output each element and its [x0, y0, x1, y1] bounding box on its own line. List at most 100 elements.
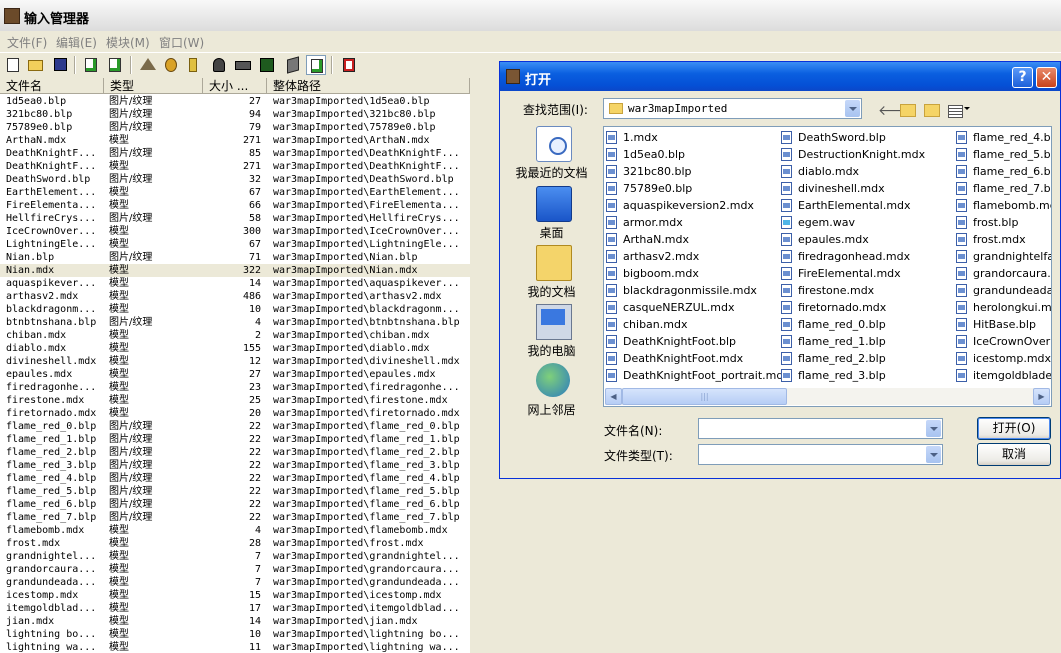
upgrade-icon[interactable] — [257, 55, 277, 75]
file-item[interactable]: diablo.mdx — [779, 163, 951, 180]
table-row[interactable]: 75789e0.blp 图片/纹理 79 war3mapImported\75789e… — [0, 121, 470, 134]
file-item[interactable]: divineshell.mdx — [779, 180, 951, 197]
place-my-computer[interactable]: 我的电脑 — [508, 304, 595, 360]
table-row[interactable]: DeathKnightF... 图片/纹理 85 war3mapImported\De… — [0, 147, 470, 160]
file-item[interactable]: DestructionKnight.mdx — [779, 146, 951, 163]
table-row[interactable]: blackdragonm... 模型 10 war3mapImported\black… — [0, 303, 470, 316]
table-row[interactable]: diablo.mdx 模型 155 war3mapImported\diablo.md… — [0, 342, 470, 355]
table-row[interactable]: chiban.mdx 模型 2 war3mapImported\chiban.mdx — [0, 329, 470, 342]
table-row[interactable]: frost.mdx 模型 28 war3mapImported\frost.mdx — [0, 537, 470, 550]
scroll-thumb[interactable]: ||| — [622, 388, 787, 405]
file-item[interactable]: bigboom.mdx — [604, 265, 776, 282]
table-row[interactable]: divineshell.mdx 模型 12 war3mapImported\divin… — [0, 355, 470, 368]
ability-icon[interactable] — [209, 55, 229, 75]
help-button[interactable]: ? — [1012, 67, 1033, 88]
table-row[interactable]: FireElementa... 模型 66 war3mapImported\FireE… — [0, 199, 470, 212]
file-item[interactable]: flame_red_5.blp — [954, 146, 1051, 163]
file-item[interactable]: casqueNERZUL.mdx — [604, 299, 776, 316]
file-item[interactable]: 1.mdx — [604, 129, 776, 146]
file-item[interactable]: flame_red_2.blp — [779, 350, 951, 367]
file-item[interactable]: grandnightelfaur — [954, 248, 1051, 265]
file-item[interactable]: frost.blp — [954, 214, 1051, 231]
up-folder-icon[interactable] — [900, 104, 916, 117]
file-item[interactable]: ArthaN.mdx — [604, 231, 776, 248]
file-item[interactable]: DeathKnightFoot_portrait.mdx — [604, 367, 790, 384]
file-item[interactable]: chiban.mdx — [604, 316, 776, 333]
new-folder-icon[interactable] — [924, 104, 940, 117]
file-item[interactable]: epaules.mdx — [779, 231, 951, 248]
new-file-icon[interactable] — [3, 55, 23, 75]
open-folder-icon[interactable] — [26, 55, 46, 75]
table-row[interactable]: icestomp.mdx 模型 15 war3mapImported\icestomp… — [0, 589, 470, 602]
file-item[interactable]: icestomp.mdx — [954, 350, 1051, 367]
place-my-documents[interactable]: 我的文档 — [508, 245, 595, 301]
table-row[interactable]: 321bc80.blp 图片/纹理 94 war3mapImported\321bc8… — [0, 108, 470, 121]
open-button[interactable]: 打开(O) — [977, 417, 1051, 440]
cancel-button[interactable]: 取消 — [977, 443, 1051, 466]
table-row[interactable]: IceCrownOver... 模型 300 war3mapImported\IceC… — [0, 225, 470, 238]
model-icon[interactable] — [306, 55, 326, 75]
file-item[interactable]: FireElemental.mdx — [779, 265, 951, 282]
column-path[interactable]: 整体路径 — [267, 78, 470, 94]
table-row[interactable]: flame_red_4.blp 图片/纹理 22 war3mapImported\fl… — [0, 472, 470, 485]
file-item[interactable]: HitBase.blp — [954, 316, 1051, 333]
place-recent[interactable]: 我最近的文档 — [508, 126, 595, 182]
table-row[interactable]: arthasv2.mdx 模型 486 war3mapImported\arthasv… — [0, 290, 470, 303]
menu-module[interactable]: 模块(M) — [106, 34, 150, 51]
lookin-dropdown[interactable]: war3mapImported — [603, 98, 862, 119]
dropdown-arrow-icon[interactable] — [926, 446, 941, 463]
save-icon[interactable] — [50, 55, 70, 75]
file-item[interactable]: 321bc80.blp — [604, 163, 776, 180]
table-row[interactable]: firedragonhe... 模型 23 war3mapImported\fired… — [0, 381, 470, 394]
file-browser-list[interactable]: 1.mdx 1d5ea0.blp 321bc80.blp 75789e0.blp aqu… — [603, 126, 1052, 407]
file-item[interactable]: 75789e0.blp — [604, 180, 776, 197]
file-item[interactable]: 1d5ea0.blp — [604, 146, 776, 163]
scroll-right-icon[interactable]: ▶ — [1033, 388, 1050, 405]
file-item[interactable]: armor.mdx — [604, 214, 776, 231]
column-type[interactable]: 类型 — [104, 78, 203, 94]
table-row[interactable]: Nian.blp 图片/纹理 71 war3mapImported\Nian.blp — [0, 251, 470, 264]
table-row[interactable]: firetornado.mdx 模型 20 war3mapImported\firet… — [0, 407, 470, 420]
file-item[interactable]: grandundeadaur — [954, 282, 1051, 299]
table-row[interactable]: flame_red_3.blp 图片/纹理 22 war3mapImported\fl… — [0, 459, 470, 472]
view-menu-icon[interactable] — [948, 105, 963, 118]
place-network[interactable]: 网上邻居 — [508, 363, 595, 419]
file-item[interactable]: aquaspikeversion2.mdx — [604, 197, 776, 214]
table-row[interactable]: flame_red_2.blp 图片/纹理 22 war3mapImported\fl… — [0, 446, 470, 459]
table-row[interactable]: flame_red_7.blp 图片/纹理 22 war3mapImported\fl… — [0, 511, 470, 524]
file-item[interactable]: itemgoldblade.m — [954, 367, 1051, 384]
table-row[interactable]: flamebomb.mdx 模型 4 war3mapImported\flamebom… — [0, 524, 470, 537]
place-desktop[interactable]: 桌面 — [508, 186, 595, 242]
scroll-left-icon[interactable]: ◀ — [605, 388, 622, 405]
file-item[interactable]: DeathKnightFoot.mdx — [604, 350, 776, 367]
dropdown-arrow-icon[interactable] — [845, 100, 860, 117]
table-row[interactable]: flame_red_6.blp 图片/纹理 22 war3mapImported\fl… — [0, 498, 470, 511]
table-row[interactable]: 1d5ea0.blp 图片/纹理 27 war3mapImported\1d5ea0.… — [0, 95, 470, 108]
file-item[interactable]: grandorcaura.md — [954, 265, 1051, 282]
file-item[interactable]: DeathKnightFoot.blp — [604, 333, 776, 350]
close-button[interactable]: ✕ — [1036, 67, 1057, 88]
file-item[interactable]: frost.mdx — [954, 231, 1051, 248]
filetype-dropdown[interactable] — [698, 444, 943, 465]
object-icon[interactable] — [283, 55, 303, 75]
table-row[interactable]: LightningEle... 模型 67 war3mapImported\Light… — [0, 238, 470, 251]
table-row[interactable]: lightning bo... 模型 10 war3mapImported\light… — [0, 628, 470, 641]
table-row[interactable]: btnbtnshana.blp 图片/纹理 4 war3mapImported\btn… — [0, 316, 470, 329]
file-item[interactable]: flame_red_0.blp — [779, 316, 951, 333]
file-item[interactable]: firedragonhead.mdx — [779, 248, 951, 265]
terrain-icon[interactable] — [138, 55, 158, 75]
file-item[interactable]: herolongkui.mdx — [954, 299, 1051, 316]
table-row[interactable]: Nian.mdx 模型 322 war3mapImported\Nian.mdx — [0, 264, 470, 277]
horizontal-scrollbar[interactable]: ◀ ||| ▶ — [605, 388, 1050, 405]
table-row[interactable]: HellfireCrys... 图片/纹理 58 war3mapImported\He… — [0, 212, 470, 225]
table-row[interactable]: aquaspikever... 模型 14 war3mapImported\aquas… — [0, 277, 470, 290]
column-size[interactable]: 大小 ... — [203, 78, 267, 94]
item-icon[interactable] — [233, 55, 253, 75]
view-dropdown-icon[interactable] — [964, 107, 970, 110]
table-row[interactable]: epaules.mdx 模型 27 war3mapImported\epaules.m… — [0, 368, 470, 381]
menu-edit[interactable]: 编辑(E) — [56, 34, 97, 51]
file-item[interactable]: flame_red_1.blp — [779, 333, 951, 350]
file-item[interactable]: arthasv2.mdx — [604, 248, 776, 265]
script-icon[interactable] — [339, 55, 359, 75]
dropdown-arrow-icon[interactable] — [926, 420, 941, 437]
